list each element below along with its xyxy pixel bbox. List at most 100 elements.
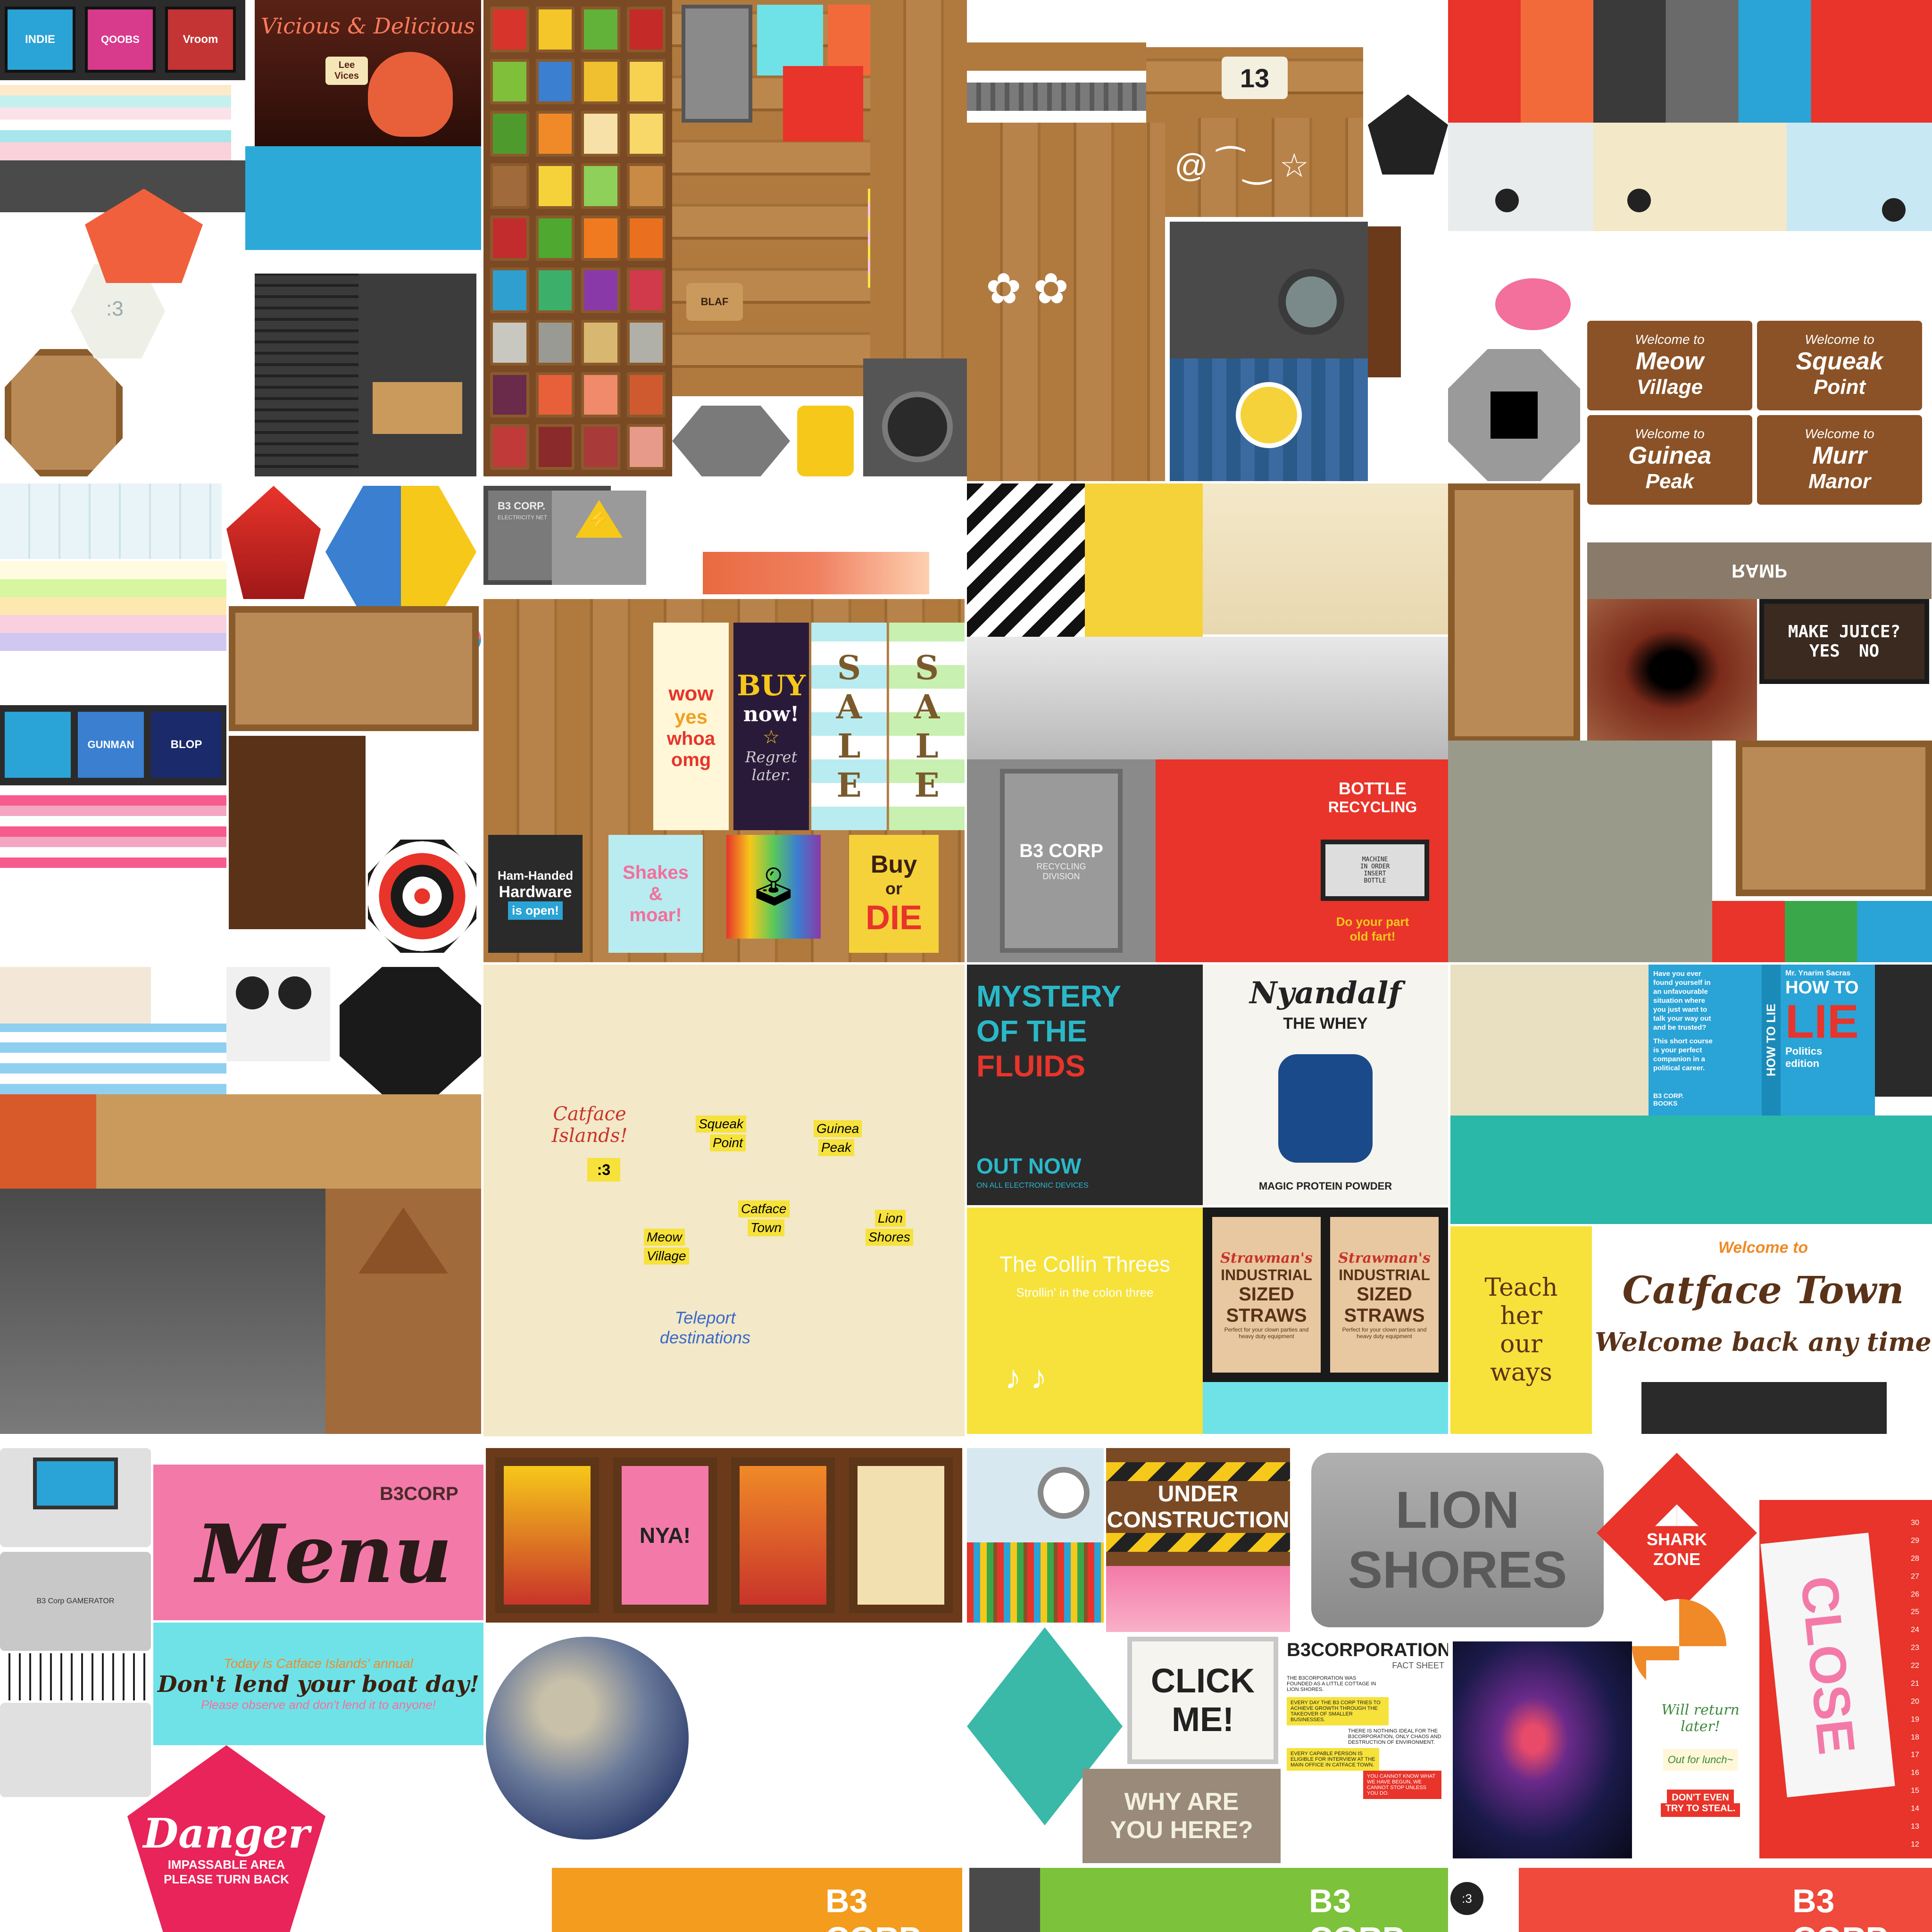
juice-no-button[interactable]: NO <box>1859 641 1879 661</box>
book-blurb: Have you ever found yourself in an unfav… <box>1653 969 1757 1073</box>
factsheet-p5: YOU CANNOT KNOW WHAT WE HAVE BEGUN, WE C… <box>1363 1771 1441 1799</box>
arcade-screen-qoobs: QOOBS <box>85 7 156 73</box>
colored-pentagon-tiles <box>1448 0 1932 123</box>
straws-line-1: INDUSTRIAL <box>1221 1266 1312 1283</box>
close-text: CLOSE <box>1790 1573 1866 1757</box>
screen-line-2: IN ORDER <box>1360 863 1390 870</box>
arcade-screen-blue <box>5 712 71 778</box>
publisher-line-1: B3 CORP. <box>1653 1092 1684 1099</box>
produce-cell-purple-cans <box>581 267 620 313</box>
factsheet-p3: THERE IS NOTHING IDEAL FOR THE B3CORPORA… <box>1348 1728 1441 1745</box>
recycling-division-line-2: DIVISION <box>1042 871 1080 881</box>
closed-lunch: Out for lunch~ <box>1663 1749 1738 1771</box>
catface-base-console <box>1641 1382 1887 1434</box>
gamerator-label: B3 Corp GAMERATOR <box>36 1597 115 1605</box>
poster-vicious-delicious: Vicious & Delicious Lee Vices <box>255 0 481 146</box>
elec-sub: ELECTRICITY NET <box>498 514 548 521</box>
produce-cell-eggs <box>581 111 620 157</box>
hazard-stripe-bottom <box>1106 1533 1290 1552</box>
crate-cross-stack <box>229 606 479 731</box>
poster-vicious-title: Vicious & Delicious <box>261 13 475 39</box>
buy-or-die-line-1: Buy <box>870 851 917 878</box>
electric-hazard-panel: ⚡ <box>552 491 646 585</box>
electric-warning-icon: ⚡ <box>575 500 623 538</box>
welcome-line-2: Murr <box>1812 442 1867 469</box>
produce-cell-spice <box>626 372 666 418</box>
produce-cell-banana <box>535 163 575 209</box>
lemon-curtain <box>1170 358 1368 481</box>
metal-grill-tower <box>255 274 358 476</box>
washer-drum <box>1038 1467 1090 1519</box>
symbol-row: @ ⁀‿ ☆ <box>1174 147 1309 184</box>
menu-board: B3CORP Menu <box>153 1465 483 1620</box>
teleport-line-2: destinations <box>659 1328 751 1347</box>
ruler-tick: 29 <box>1911 1536 1919 1545</box>
sign-blaf: BLAF <box>686 283 743 321</box>
sign-catface-town: Welcome to Catface Town Welcome back any… <box>1594 1226 1932 1434</box>
arcade-marquee-strip-2: GUNMAN BLOP <box>0 705 226 785</box>
nya-text: NYA! <box>639 1523 691 1548</box>
teach-line-2: her <box>1500 1302 1542 1330</box>
console-knob-3 <box>1882 198 1906 222</box>
arcade-screen-vroom: Vroom <box>165 7 236 73</box>
catface-welcome-back: Welcome back any time <box>1595 1327 1932 1357</box>
map-title-line-1: Catface <box>553 1103 626 1125</box>
produce-cell-cabbage <box>490 372 529 418</box>
welcome-line-2: Meow <box>1635 348 1704 375</box>
ruler-tick: 13 <box>1911 1822 1919 1831</box>
poster-wow-word-2: yes <box>674 706 708 728</box>
mystery-title-line-1: MYSTERY <box>976 979 1121 1013</box>
welcome-line-1: Welcome to <box>1805 332 1874 347</box>
arcade-screen-indie: INDIE <box>5 7 75 73</box>
ruler-tick: 21 <box>1911 1679 1919 1688</box>
straws-cyan-strip <box>1203 1382 1448 1434</box>
map-label-peak: Peak <box>818 1139 854 1156</box>
juice-yes-button[interactable]: YES <box>1809 641 1840 661</box>
produce-cell-butter <box>626 111 666 157</box>
why-here-line-2: YOU HERE? <box>1110 1816 1253 1844</box>
click-me-line-1: CLICK <box>1151 1662 1255 1700</box>
octagon-hole <box>1491 391 1538 439</box>
black-octagon-lid <box>340 967 481 1094</box>
white-console-panel <box>1448 123 1932 231</box>
poster-sale-1: SALE <box>811 623 887 830</box>
tagline-line-2: old fart! <box>1349 929 1396 943</box>
elec-title: B3 CORP. <box>498 500 546 512</box>
nyandalf-foot: MAGIC PROTEIN POWDER <box>1258 1180 1392 1192</box>
produce-cell-fish <box>535 372 575 418</box>
book-publisher: B3 CORP. BOOKS <box>1653 1092 1683 1107</box>
poster-collin-threes: The Collin Threes Strollin' in the colon… <box>967 1208 1203 1434</box>
galaxy-space-panel <box>1453 1641 1632 1858</box>
blurb-line: situation where <box>1653 997 1706 1005</box>
hardware-line-3: is open! <box>508 901 563 920</box>
recycling-title-line-1: BOTTLE <box>1339 778 1407 798</box>
boat-day-line-1: Today is Catface Islands' annual <box>224 1656 413 1671</box>
cat-face-label: :3 <box>106 297 124 320</box>
sign-click-me[interactable]: CLICK ME! <box>1127 1637 1278 1764</box>
poster-wow-word-3: whoa <box>666 728 716 749</box>
straws-note: Perfect for your clown parties and heavy… <box>1342 1326 1427 1340</box>
poster-buy-or-die: Buy or DIE <box>849 835 939 953</box>
sign-13-board: 13 <box>1146 47 1363 123</box>
book-front: Mr. Ynarim Sacras HOW TO LIE Politics ed… <box>1785 969 1870 1070</box>
red-gradient-bar <box>703 552 929 594</box>
dark-wood-post <box>1368 226 1401 377</box>
produce-cell-greens <box>490 58 529 105</box>
map-label-shores: Shores <box>866 1229 913 1246</box>
mystery-title: MYSTERY OF THE FLUIDS <box>976 979 1193 1083</box>
poster-frame-hero <box>495 1457 599 1613</box>
welcome-sign-squeak-point: Welcome to Squeak Point <box>1757 321 1922 410</box>
zebra-pattern <box>967 483 1085 653</box>
closed-steal-line-1: DON'T EVEN <box>1667 1790 1734 1803</box>
produce-cell-salmon <box>581 372 620 418</box>
boat-day-line-2: Don't lend your boat day! <box>157 1671 480 1698</box>
container-orange-label: B3 CORP. <box>825 1882 926 1932</box>
screen-line-1: MACHINE <box>1362 856 1388 863</box>
star-icon: ☆ <box>763 726 780 748</box>
publisher-line-2: BOOKS <box>1653 1099 1678 1107</box>
white-tile-wall <box>0 483 222 559</box>
ruler-tick: 20 <box>1911 1697 1919 1706</box>
metal-box-dark <box>358 274 476 476</box>
catface-welcome: Welcome to <box>1718 1238 1808 1257</box>
shark-zone-line-2: ZONE <box>1653 1549 1700 1569</box>
